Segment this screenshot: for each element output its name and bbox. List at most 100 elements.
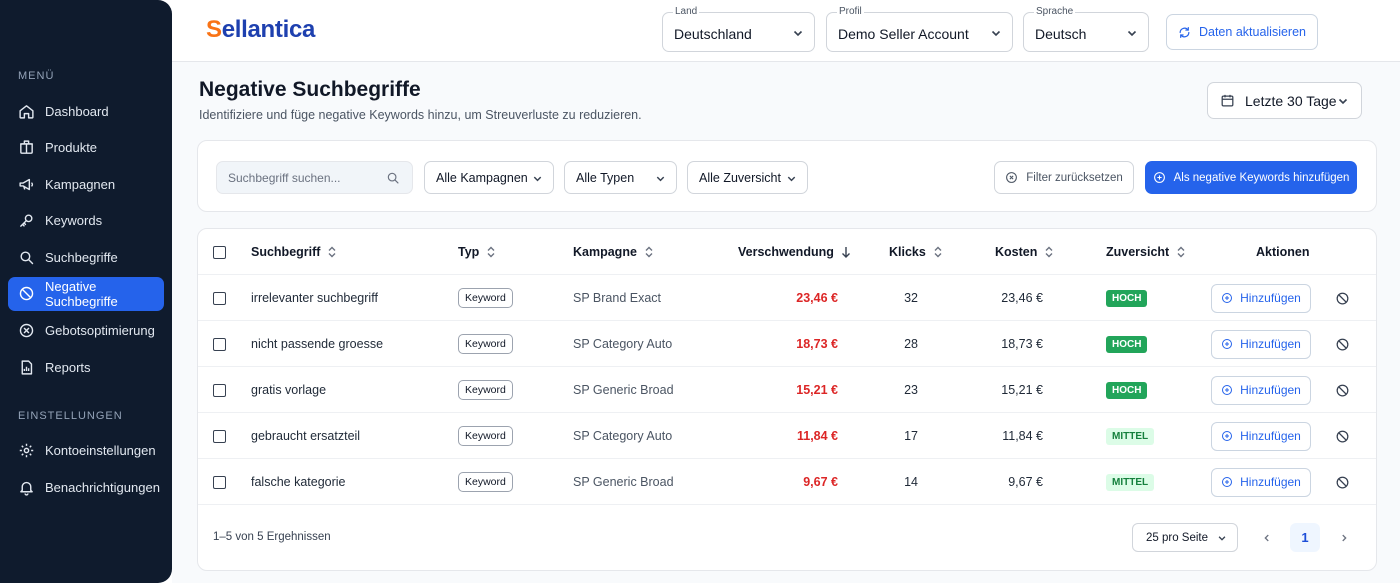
cell-term: falsche kategorie xyxy=(251,475,346,489)
sort-icon xyxy=(1045,246,1053,258)
profile-select[interactable]: Profil Demo Seller Account xyxy=(826,6,1013,52)
table-header-row: Suchbegriff Typ Kampagne Verschwendung K… xyxy=(198,229,1376,275)
cell-clicks: 32 xyxy=(904,291,918,305)
block-icon[interactable] xyxy=(1335,383,1350,398)
column-header-term[interactable]: Suchbegriff xyxy=(251,229,337,275)
cell-term: nicht passende groesse xyxy=(251,337,384,351)
target-icon xyxy=(19,323,34,338)
language-select[interactable]: Sprache Deutsch xyxy=(1023,6,1149,52)
main-content: Negative Suchbegriffe Identifiziere und … xyxy=(172,62,1400,583)
type-badge: Keyword xyxy=(458,426,513,446)
refresh-data-label: Daten aktualisieren xyxy=(1198,25,1306,39)
date-range-select[interactable]: Letzte 30 Tage xyxy=(1207,82,1362,119)
sort-icon xyxy=(934,246,942,258)
sidebar-item-benachrichtigungen[interactable]: Benachrichtigungen xyxy=(8,470,164,504)
profile-select-label: Profil xyxy=(837,6,864,17)
row-checkbox[interactable] xyxy=(213,383,226,397)
table-row: nicht passende groesse Keyword SP Catego… xyxy=(198,321,1376,367)
block-icon[interactable] xyxy=(1335,291,1350,306)
reset-filters-button[interactable]: Filter zurücksetzen xyxy=(994,161,1134,194)
sort-icon xyxy=(487,246,495,258)
sidebar-item-label: Suchbegriffe xyxy=(45,249,118,265)
row-checkbox[interactable] xyxy=(213,475,226,489)
next-page-button[interactable] xyxy=(1329,523,1358,552)
page-title: Negative Suchbegriffe xyxy=(199,78,421,101)
sidebar-item-suchbegriffe[interactable]: Suchbegriffe xyxy=(8,240,164,274)
column-header-campaign[interactable]: Kampagne xyxy=(573,229,654,275)
per-page-select[interactable]: 25 pro Seite xyxy=(1132,523,1238,552)
cell-cost: 15,21 € xyxy=(1001,383,1043,397)
sidebar-item-label: Gebotsoptimierung xyxy=(45,323,155,339)
row-checkbox[interactable] xyxy=(213,291,226,305)
cell-campaign: SP Category Auto xyxy=(573,429,673,443)
cell-confidence: HOCH xyxy=(1106,367,1148,413)
add-row-button[interactable]: Hinzufügen xyxy=(1211,375,1311,405)
column-header-waste[interactable]: Verschwendung xyxy=(738,229,851,275)
confidence-filter-select[interactable]: Alle Zuversicht xyxy=(687,161,808,194)
row-select-cell xyxy=(213,275,226,321)
add-row-label: Hinzufügen xyxy=(1240,429,1301,443)
add-row-button[interactable]: Hinzufügen xyxy=(1211,467,1311,497)
column-header-type[interactable]: Typ xyxy=(458,229,496,275)
results-info: 1–5 von 5 Ergehnissen xyxy=(213,531,331,543)
sidebar-item-reports[interactable]: Reports xyxy=(8,350,164,384)
cell-actions: Hinzufügen xyxy=(1211,367,1311,413)
prev-page-button[interactable] xyxy=(1252,523,1281,552)
page-button-current[interactable]: 1 xyxy=(1290,523,1320,552)
campaign-filter-select[interactable]: Alle Kampagnen xyxy=(424,161,554,194)
cell-exclude xyxy=(1335,413,1350,459)
select-all-checkbox[interactable] xyxy=(213,245,226,259)
add-negative-keywords-button[interactable]: Als negative Keywords hinzufügen xyxy=(1145,161,1357,194)
country-select[interactable]: Land Deutschland xyxy=(662,6,815,52)
row-checkbox[interactable] xyxy=(213,337,226,351)
type-filter-select[interactable]: Alle Typen xyxy=(564,161,677,194)
sidebar-item-dashboard[interactable]: Dashboard xyxy=(8,94,164,128)
table-row: falsche kategorie Keyword SP Generic Bro… xyxy=(198,459,1376,505)
ban-icon xyxy=(19,287,34,301)
block-icon[interactable] xyxy=(1335,429,1350,444)
column-header-label: Kampagne xyxy=(573,245,637,259)
sidebar-item-gebotsoptimierung[interactable]: Gebotsoptimierung xyxy=(8,314,164,348)
chevron-right-icon xyxy=(1341,534,1347,541)
sidebar-section-settings: EINSTELLUNGEN xyxy=(18,409,123,422)
sidebar-item-produkte[interactable]: Produkte xyxy=(8,131,164,165)
add-row-button[interactable]: Hinzufügen xyxy=(1211,421,1311,451)
search-icon[interactable] xyxy=(386,171,400,185)
brand-logo[interactable]: Sellantica xyxy=(206,16,315,44)
cell-campaign: SP Generic Broad xyxy=(573,475,674,489)
row-checkbox[interactable] xyxy=(213,429,226,443)
sidebar-item-label: Produkte xyxy=(45,140,98,156)
confidence-badge: HOCH xyxy=(1106,289,1148,307)
per-page-value: 25 pro Seite xyxy=(1146,531,1209,544)
sidebar-item-negative-suchbegriffe[interactable]: Negative Suchbegriffe xyxy=(8,276,164,311)
calendar-icon xyxy=(1221,94,1234,107)
plus-circle-icon xyxy=(1222,339,1233,349)
block-icon[interactable] xyxy=(1335,337,1350,352)
cell-type: Keyword xyxy=(458,413,513,459)
add-row-label: Hinzufügen xyxy=(1240,337,1301,351)
add-row-button[interactable]: Hinzufügen xyxy=(1211,283,1311,313)
language-select-value: Deutsch xyxy=(1035,26,1087,42)
column-header-cost[interactable]: Kosten xyxy=(995,229,1054,275)
table-row: irrelevanter suchbegriff Keyword SP Bran… xyxy=(198,275,1376,321)
column-header-clicks[interactable]: Klicks xyxy=(889,229,943,275)
select-all-cell xyxy=(213,229,226,275)
sidebar-item-kampagnen[interactable]: Kampagnen xyxy=(8,167,164,201)
cell-waste: 18,73 € xyxy=(796,337,838,351)
sidebar: MENÜ Dashboard Produkte Kampagnen Keywor… xyxy=(0,0,172,583)
logo-rest: ellantica xyxy=(221,16,316,43)
chevron-down-icon xyxy=(1127,30,1137,37)
type-badge: Keyword xyxy=(458,380,513,400)
column-header-label: Suchbegriff xyxy=(251,245,321,259)
cell-campaign: SP Category Auto xyxy=(573,337,673,351)
refresh-data-button[interactable]: Daten aktualisieren xyxy=(1166,14,1318,50)
block-icon[interactable] xyxy=(1335,475,1350,490)
sidebar-item-keywords[interactable]: Keywords xyxy=(8,204,164,238)
confidence-badge: HOCH xyxy=(1106,381,1148,399)
add-row-button[interactable]: Hinzufügen xyxy=(1211,329,1311,359)
sidebar-item-kontoeinstellungen[interactable]: Kontoeinstellungen xyxy=(8,434,164,468)
cell-clicks: 23 xyxy=(904,383,918,397)
search-input[interactable] xyxy=(228,162,378,193)
column-header-confidence[interactable]: Zuversicht xyxy=(1106,229,1186,275)
cell-actions: Hinzufügen xyxy=(1211,459,1311,505)
